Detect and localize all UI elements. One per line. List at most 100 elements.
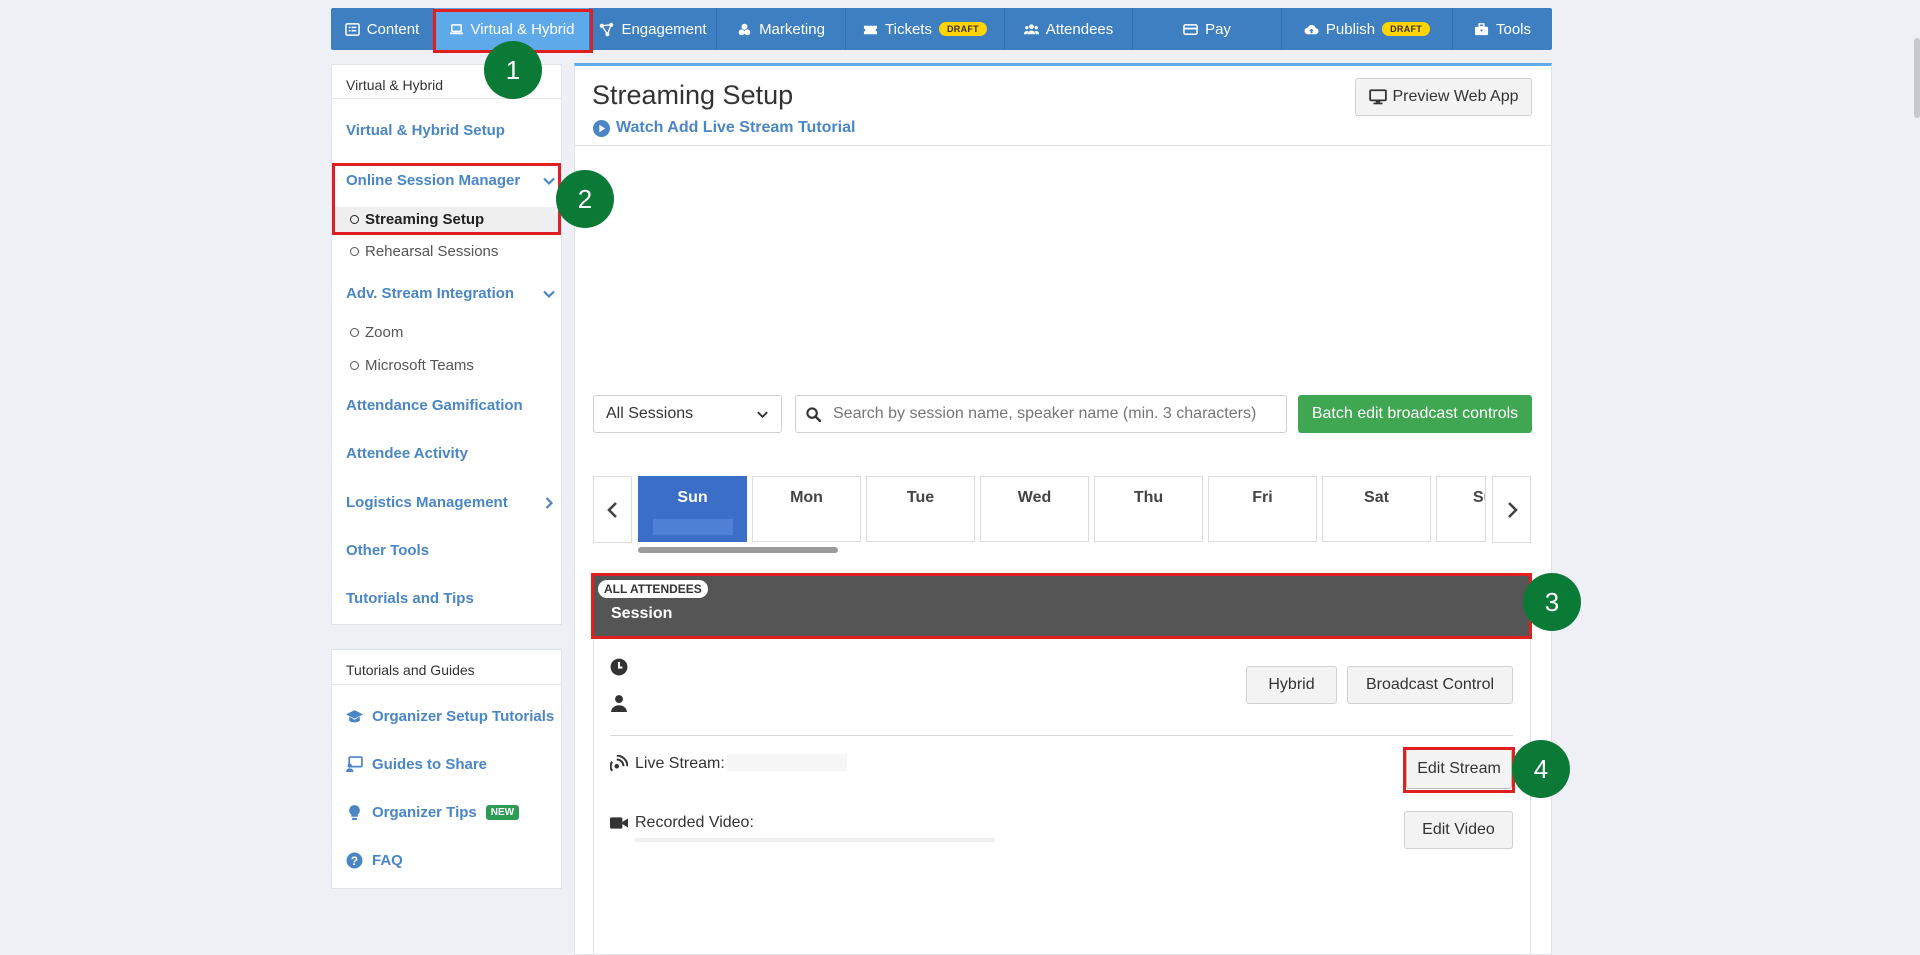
page-scrollbar[interactable]	[1914, 38, 1920, 118]
sidebar-item-microsoft-teams[interactable]: Microsoft Teams	[350, 357, 474, 374]
recorded-video-value-placeholder	[635, 838, 995, 842]
day-tab-fri[interactable]: Fri	[1208, 476, 1317, 542]
nav-pay-label: Pay	[1205, 20, 1231, 38]
audience-badge: ALL ATTENDEES	[598, 580, 708, 598]
day-scrollbar[interactable]	[638, 547, 838, 553]
hybrid-button[interactable]: Hybrid	[1246, 666, 1337, 704]
chevron-left-icon	[606, 501, 617, 518]
live-stream-label: Live Stream:	[635, 755, 725, 772]
nav-engagement[interactable]: Engagement	[590, 8, 717, 50]
guide-organizer-setup-tutorials[interactable]: Organizer Setup Tutorials	[346, 708, 554, 725]
search-input[interactable]	[831, 404, 1275, 424]
day-tab-mon[interactable]: Mon	[752, 476, 861, 542]
chevron-right-icon[interactable]	[542, 496, 556, 510]
live-stream-value-placeholder	[727, 754, 847, 771]
sidebar-item-attendance-gamification[interactable]: Attendance Gamification	[346, 397, 523, 414]
circle-icon	[350, 247, 359, 256]
nav-publish[interactable]: Publish DRAFT	[1282, 8, 1453, 50]
day-date-placeholder	[652, 519, 733, 535]
step-marker-2: 2	[556, 170, 614, 228]
nav-pay[interactable]: Pay	[1133, 8, 1282, 50]
clock-icon	[610, 658, 628, 676]
list-icon	[344, 22, 360, 36]
draft-badge: DRAFT	[1382, 22, 1431, 36]
sidebar-item-logistics-management[interactable]: Logistics Management	[346, 494, 508, 511]
users-icon	[1023, 23, 1039, 34]
credit-card-icon	[1183, 23, 1198, 35]
day-label: Sun	[677, 489, 708, 506]
preview-web-app-button[interactable]: Preview Web App	[1355, 78, 1532, 116]
live-stream-icon	[609, 754, 629, 773]
sidebar-item-label: Streaming Setup	[365, 211, 485, 228]
nav-tools[interactable]: Tools	[1453, 8, 1552, 50]
nav-content-label: Content	[366, 20, 420, 38]
day-prev-button[interactable]	[593, 476, 632, 543]
nav-tickets-label: Tickets	[885, 20, 932, 38]
chevron-down-icon[interactable]	[542, 174, 556, 188]
graduation-cap-icon	[346, 710, 363, 723]
day-tab-sun-next[interactable]: Su	[1436, 476, 1486, 542]
guide-guides-to-share[interactable]: Guides to Share	[346, 756, 487, 773]
guide-organizer-tips[interactable]: Organizer Tips NEW	[346, 804, 520, 821]
day-tab-thu[interactable]: Thu	[1094, 476, 1203, 542]
session-header	[593, 573, 1531, 637]
toolbox-icon	[1474, 22, 1489, 35]
recorded-video-label: Recorded Video:	[635, 814, 754, 831]
sidebar-item-streaming-setup[interactable]: Streaming Setup	[350, 211, 484, 228]
circle-icon	[350, 361, 359, 370]
nav-marketing[interactable]: Marketing	[717, 8, 846, 50]
sidebar-item-online-session-manager[interactable]: Online Session Manager	[346, 172, 520, 189]
sidebar-item-label: Zoom	[365, 324, 404, 341]
nav-tools-label: Tools	[1495, 20, 1532, 38]
search-box	[795, 395, 1287, 433]
nav-marketing-label: Marketing	[759, 20, 825, 38]
sidebar-item-other-tools[interactable]: Other Tools	[346, 542, 429, 559]
day-tab-wed[interactable]: Wed	[980, 476, 1089, 542]
nav-tickets[interactable]: Tickets DRAFT	[846, 8, 1005, 50]
sidebar	[331, 64, 562, 625]
ticket-icon	[863, 25, 878, 34]
guide-faq[interactable]: ? FAQ	[346, 852, 403, 869]
edit-stream-button[interactable]: Edit Stream	[1406, 749, 1512, 789]
sidebar-item-rehearsal-sessions[interactable]: Rehearsal Sessions	[350, 243, 498, 260]
sidebar-item-label: Rehearsal Sessions	[365, 243, 499, 260]
edit-video-button[interactable]: Edit Video	[1404, 811, 1513, 849]
chevron-down-icon[interactable]	[542, 287, 556, 301]
chevron-right-icon	[1507, 501, 1518, 518]
step-marker-3: 3	[1523, 573, 1581, 631]
question-circle-icon: ?	[346, 852, 363, 869]
page-title: Streaming Setup	[592, 80, 794, 110]
day-tab-sat[interactable]: Sat	[1322, 476, 1431, 542]
sidebar-item-tutorials-tips[interactable]: Tutorials and Tips	[346, 590, 474, 607]
play-circle-icon	[593, 119, 610, 137]
monitor-icon	[1368, 89, 1387, 105]
session-divider	[610, 735, 1513, 736]
sidebar-item-setup[interactable]: Virtual & Hybrid Setup	[346, 122, 505, 139]
tutorial-link-label: Watch Add Live Stream Tutorial	[616, 119, 856, 136]
nav-attendees[interactable]: Attendees	[1005, 8, 1133, 50]
broadcast-control-button[interactable]: Broadcast Control	[1347, 666, 1513, 704]
tutorial-link[interactable]: Watch Add Live Stream Tutorial	[593, 119, 855, 137]
step-marker-4: 4	[1512, 740, 1570, 798]
sidebar-item-adv-stream-integration[interactable]: Adv. Stream Integration	[346, 285, 514, 302]
sidebar-item-label: Microsoft Teams	[365, 357, 474, 374]
session-filter-select[interactable]: All Sessions	[593, 395, 782, 433]
chalkboard-icon	[346, 756, 363, 772]
session-filter-value: All Sessions	[606, 405, 694, 422]
batch-edit-button[interactable]: Batch edit broadcast controls	[1298, 395, 1532, 433]
sidebar-header: Virtual & Hybrid	[346, 77, 444, 93]
sidebar-item-attendee-activity[interactable]: Attendee Activity	[346, 445, 468, 462]
nav-content[interactable]: Content	[331, 8, 434, 50]
megaphone-icon	[738, 23, 751, 35]
guide-label: Organizer Tips	[372, 804, 477, 821]
guide-label: Organizer Setup Tutorials	[372, 708, 555, 725]
nav-virtual-hybrid-label: Virtual & Hybrid	[470, 20, 575, 38]
sidebar-item-zoom[interactable]: Zoom	[350, 324, 403, 341]
nav-publish-label: Publish	[1325, 20, 1376, 38]
guides-divider	[331, 684, 562, 685]
day-next-button[interactable]	[1492, 476, 1531, 543]
nav-engagement-label: Engagement	[621, 20, 707, 38]
draft-badge: DRAFT	[938, 22, 987, 36]
day-tab-sun[interactable]: Sun	[638, 476, 747, 542]
day-tab-tue[interactable]: Tue	[866, 476, 975, 542]
